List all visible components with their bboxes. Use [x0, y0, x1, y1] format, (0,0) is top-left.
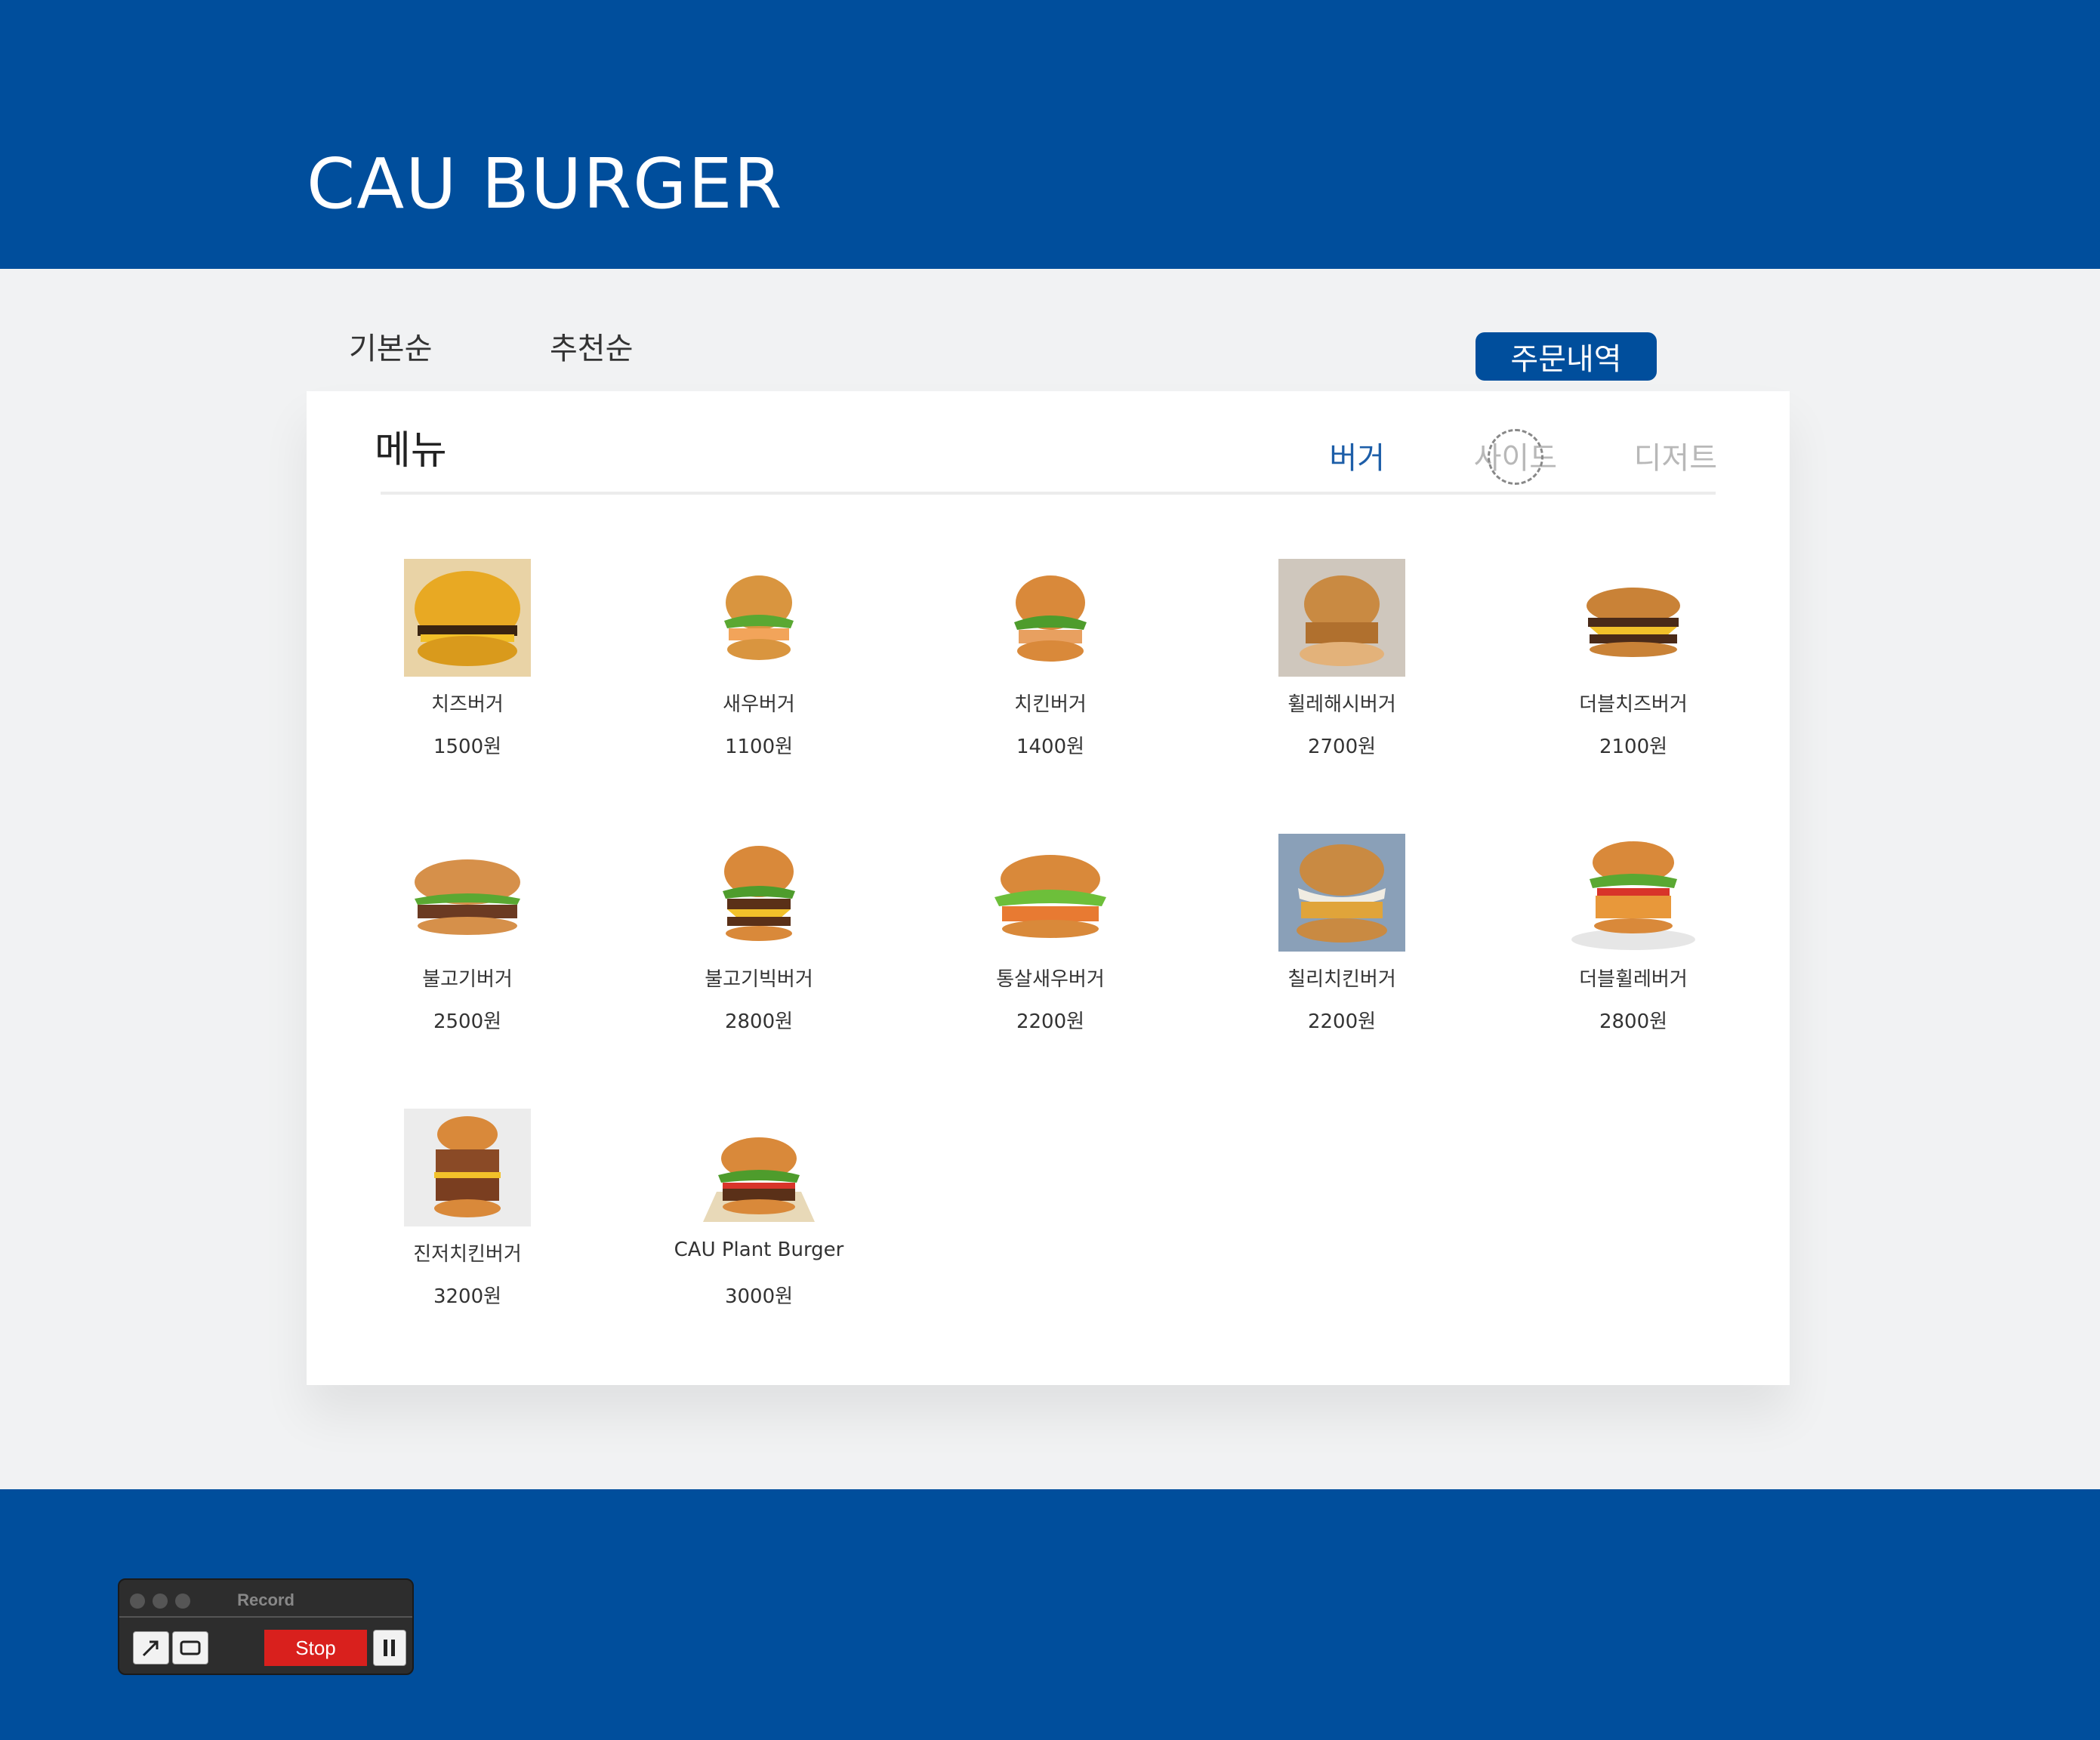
- order-history-button[interactable]: 주문내역: [1476, 332, 1657, 381]
- rectangle-icon: [180, 1640, 201, 1655]
- menu-item[interactable]: 새우버거 1100원: [613, 559, 905, 785]
- burger-icon: [404, 1109, 531, 1226]
- item-name: 칠리치킨버거: [1287, 968, 1396, 991]
- item-name: 휠레해시버거: [1287, 693, 1396, 716]
- item-name: CAU Plant Burger: [674, 1239, 844, 1261]
- menu-panel: 메뉴 버거 사이드 디저트 치즈버거 1500원 새우버거 1100원 치킨버거…: [307, 391, 1790, 1385]
- sort-default-button[interactable]: 기본순: [349, 331, 432, 367]
- brand-title: CAU BURGER: [307, 143, 784, 224]
- arrow-icon: [142, 1640, 159, 1657]
- recorder-divider: [119, 1616, 412, 1618]
- item-name: 불고기빅버거: [705, 968, 813, 991]
- burger-icon: [695, 559, 822, 677]
- menu-item[interactable]: CAU Plant Burger 3000원: [613, 1109, 905, 1335]
- burger-icon: [987, 559, 1114, 677]
- recorder-title: Record: [237, 1590, 294, 1609]
- item-price: 1400원: [1016, 736, 1085, 758]
- menu-item[interactable]: 칠리치킨버거 2200원: [1196, 834, 1488, 1060]
- menu-item[interactable]: 불고기버거 2500원: [322, 834, 613, 1060]
- burger-icon: [1570, 834, 1697, 952]
- item-name: 새우버거: [723, 693, 795, 716]
- menu-item[interactable]: 더블휠레버거 2800원: [1488, 834, 1779, 1060]
- pause-icon: [384, 1640, 395, 1656]
- menu-item[interactable]: 치즈버거 1500원: [322, 559, 613, 785]
- burger-icon: [404, 834, 531, 952]
- item-price: 1500원: [433, 736, 502, 758]
- burger-icon: [695, 834, 822, 952]
- burger-icon: [404, 559, 531, 677]
- menu-item[interactable]: 치킨버거 1400원: [905, 559, 1196, 785]
- menu-item[interactable]: 진저치킨버거 3200원: [322, 1109, 613, 1335]
- sort-recommend-button[interactable]: 추천순: [550, 331, 633, 367]
- menu-item[interactable]: 통살새우버거 2200원: [905, 834, 1196, 1060]
- item-price: 2800원: [724, 1010, 794, 1033]
- item-name: 더블치즈버거: [1579, 693, 1688, 716]
- item-name: 진저치킨버거: [413, 1243, 522, 1266]
- item-price: 2200원: [1016, 1010, 1085, 1033]
- header: CAU BURGER: [0, 0, 2100, 269]
- menu-item[interactable]: 휠레해시버거 2700원: [1196, 559, 1488, 785]
- item-name: 치킨버거: [1014, 693, 1087, 716]
- item-name: 통살새우버거: [996, 968, 1105, 991]
- item-name: 더블휠레버거: [1579, 968, 1688, 991]
- sort-bar: 기본순 추천순 주문내역: [0, 325, 2100, 385]
- menu-item[interactable]: 더블치즈버거 2100원: [1488, 559, 1779, 785]
- menu-item[interactable]: 불고기빅버거 2800원: [613, 834, 905, 1060]
- burger-icon: [695, 1109, 822, 1226]
- item-price: 1100원: [724, 736, 794, 758]
- burger-icon: [1570, 559, 1697, 677]
- burger-icon: [1278, 559, 1405, 677]
- burger-icon: [1278, 834, 1405, 952]
- item-name: 불고기버거: [422, 968, 513, 991]
- screen-recorder-widget: Record Stop: [118, 1578, 414, 1675]
- rectangle-tool-button[interactable]: [172, 1631, 208, 1664]
- item-price: 2500원: [433, 1010, 502, 1033]
- item-price: 2800원: [1599, 1010, 1668, 1033]
- item-price: 3000원: [724, 1285, 794, 1308]
- item-price: 3200원: [433, 1285, 502, 1308]
- menu-grid: 치즈버거 1500원 새우버거 1100원 치킨버거 1400원 휠레해시버거 …: [307, 391, 1790, 1385]
- item-price: 2200원: [1307, 1010, 1377, 1033]
- item-name: 치즈버거: [431, 693, 504, 716]
- stop-button[interactable]: Stop: [264, 1630, 367, 1666]
- burger-icon: [987, 834, 1114, 952]
- pause-button[interactable]: [373, 1630, 406, 1666]
- arrow-tool-button[interactable]: [133, 1631, 169, 1664]
- item-price: 2100원: [1599, 736, 1668, 758]
- item-price: 2700원: [1307, 736, 1377, 758]
